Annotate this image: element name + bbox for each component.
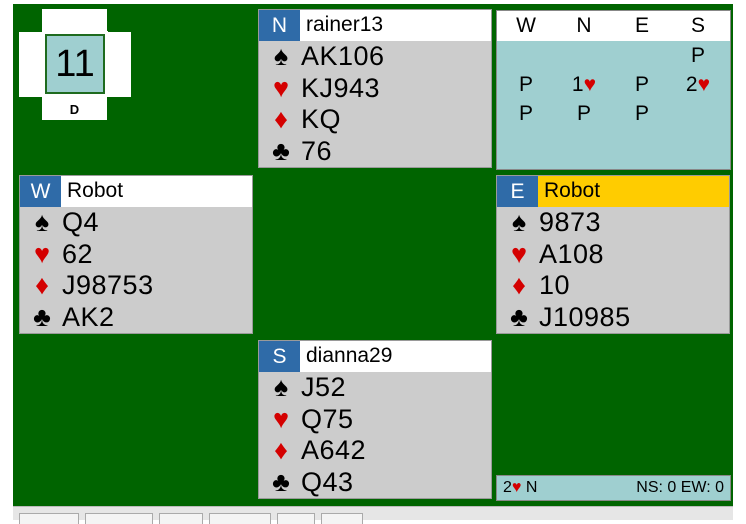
suit-row-spades: ♠ J52 bbox=[259, 372, 491, 404]
player-name-east: Robot bbox=[544, 179, 601, 202]
spade-icon: ♠ bbox=[273, 372, 289, 402]
cards-hearts[interactable]: A108 bbox=[539, 239, 604, 271]
suit-row-clubs: ♣ 76 bbox=[259, 136, 491, 168]
heart-icon: ♥ bbox=[272, 403, 290, 434]
hand-north-header: N rainer13 bbox=[259, 10, 491, 41]
bid-cell: 2♥ bbox=[685, 73, 711, 96]
suit-row-diamonds: ♦ KQ bbox=[259, 104, 491, 136]
seat-badge-east: E bbox=[497, 176, 538, 207]
cards-hearts[interactable]: Q75 bbox=[301, 404, 354, 436]
club-icon: ♣ bbox=[272, 135, 290, 166]
hand-north[interactable]: N rainer13 ♠ AK106 ♥ KJ943 ♦ KQ ♣ 76 bbox=[258, 9, 492, 168]
score: NS: 0 EW: 0 bbox=[636, 479, 724, 496]
bid-cell: P bbox=[518, 73, 533, 96]
diamond-icon: ♦ bbox=[512, 270, 526, 300]
hand-west[interactable]: W Robot ♠ Q4 ♥ 62 ♦ J98753 ♣ AK2 bbox=[19, 175, 253, 334]
board-number: 11 bbox=[45, 34, 105, 94]
hand-east[interactable]: E Robot ♠ 9873 ♥ A108 ♦ 10 ♣ J10985 bbox=[496, 175, 730, 334]
suit-row-hearts: ♥ Q75 bbox=[259, 404, 491, 436]
board-indicator: 11 D bbox=[19, 9, 131, 121]
player-name-west: Robot bbox=[67, 179, 124, 202]
club-icon: ♣ bbox=[272, 466, 290, 497]
bridge-viewer: 11 D N rainer13 ♠ AK106 ♥ KJ943 ♦ KQ ♣ 76 W … bbox=[0, 0, 746, 524]
diamond-icon: ♦ bbox=[35, 270, 49, 300]
cards-clubs[interactable]: 76 bbox=[301, 136, 332, 168]
suit-row-clubs: ♣ J10985 bbox=[497, 302, 729, 334]
cards-spades[interactable]: J52 bbox=[301, 372, 346, 404]
seat-badge-south: S bbox=[259, 341, 300, 372]
cards-diamonds[interactable]: A642 bbox=[301, 435, 366, 467]
cards-spades[interactable]: AK106 bbox=[301, 41, 385, 73]
board-north-tab bbox=[42, 9, 107, 33]
suit-row-hearts: ♥ 62 bbox=[20, 239, 252, 271]
hand-south[interactable]: S dianna29 ♠ J52 ♥ Q75 ♦ A642 ♣ Q43 bbox=[258, 340, 492, 499]
heart-icon: ♥ bbox=[510, 238, 528, 269]
spade-icon: ♠ bbox=[273, 41, 289, 71]
diamond-icon: ♦ bbox=[274, 104, 288, 134]
board-number-box: 11 bbox=[42, 31, 108, 97]
player-name-south: dianna29 bbox=[306, 344, 393, 367]
spade-icon: ♠ bbox=[34, 207, 50, 237]
spade-icon: ♠ bbox=[511, 207, 527, 237]
bid-cell: P bbox=[690, 44, 705, 67]
suit-row-spades: ♠ Q4 bbox=[20, 207, 252, 239]
suit-row-spades: ♠ 9873 bbox=[497, 207, 729, 239]
suit-row-clubs: ♣ AK2 bbox=[20, 302, 252, 334]
cards-hearts[interactable]: KJ943 bbox=[301, 73, 380, 105]
suit-row-clubs: ♣ Q43 bbox=[259, 467, 491, 499]
bid-cell: 1♥ bbox=[571, 73, 597, 96]
cards-spades[interactable]: Q4 bbox=[62, 207, 99, 239]
contract-level: 2 bbox=[503, 479, 512, 496]
hand-west-header: W Robot bbox=[20, 176, 252, 207]
cards-clubs[interactable]: Q43 bbox=[301, 467, 354, 499]
cards-spades[interactable]: 9873 bbox=[539, 207, 601, 239]
seat-badge-north: N bbox=[259, 10, 300, 41]
player-name-north: rainer13 bbox=[306, 13, 384, 36]
suit-row-hearts: ♥ KJ943 bbox=[259, 73, 491, 105]
contract: 2♥ N bbox=[503, 479, 537, 497]
hand-east-header: E Robot bbox=[497, 176, 729, 207]
bid-col-east: E bbox=[634, 14, 649, 37]
suit-row-hearts: ♥ A108 bbox=[497, 239, 729, 271]
bottom-toolbar bbox=[13, 506, 733, 524]
declarer: N bbox=[525, 479, 538, 496]
bid-cell: P bbox=[634, 73, 649, 96]
heart-icon: ♥ bbox=[272, 72, 290, 103]
bid-col-north: N bbox=[576, 14, 592, 37]
hand-south-header: S dianna29 bbox=[259, 341, 491, 372]
cards-diamonds[interactable]: J98753 bbox=[62, 270, 154, 302]
suit-row-spades: ♠ AK106 bbox=[259, 41, 491, 73]
heart-icon: ♥ bbox=[511, 479, 522, 496]
seat-badge-west: W bbox=[20, 176, 61, 207]
board-east-tab bbox=[107, 32, 131, 97]
bid-cell: P bbox=[518, 102, 533, 125]
cards-clubs[interactable]: AK2 bbox=[62, 302, 115, 334]
board-west-tab bbox=[19, 32, 43, 97]
cards-clubs[interactable]: J10985 bbox=[539, 302, 631, 334]
bid-col-south: S bbox=[690, 14, 705, 37]
suit-row-diamonds: ♦ J98753 bbox=[20, 270, 252, 302]
heart-icon: ♥ bbox=[33, 238, 51, 269]
suit-row-diamonds: ♦ A642 bbox=[259, 435, 491, 467]
cards-diamonds[interactable]: KQ bbox=[301, 104, 341, 136]
result-bar: 2♥ N NS: 0 EW: 0 bbox=[496, 475, 731, 501]
bidding-header: W N E S bbox=[497, 11, 730, 41]
diamond-icon: ♦ bbox=[274, 435, 288, 465]
dealer-label: D bbox=[42, 97, 107, 120]
bid-cell: P bbox=[576, 102, 591, 125]
bid-cell: P bbox=[634, 102, 649, 125]
club-icon: ♣ bbox=[510, 301, 528, 332]
bidding-box: W N E S P P 1♥ P 2♥ P P P bbox=[496, 10, 731, 170]
cards-diamonds[interactable]: 10 bbox=[539, 270, 570, 302]
cards-hearts[interactable]: 62 bbox=[62, 239, 93, 271]
club-icon: ♣ bbox=[33, 301, 51, 332]
bid-col-west: W bbox=[516, 14, 536, 37]
suit-row-diamonds: ♦ 10 bbox=[497, 270, 729, 302]
